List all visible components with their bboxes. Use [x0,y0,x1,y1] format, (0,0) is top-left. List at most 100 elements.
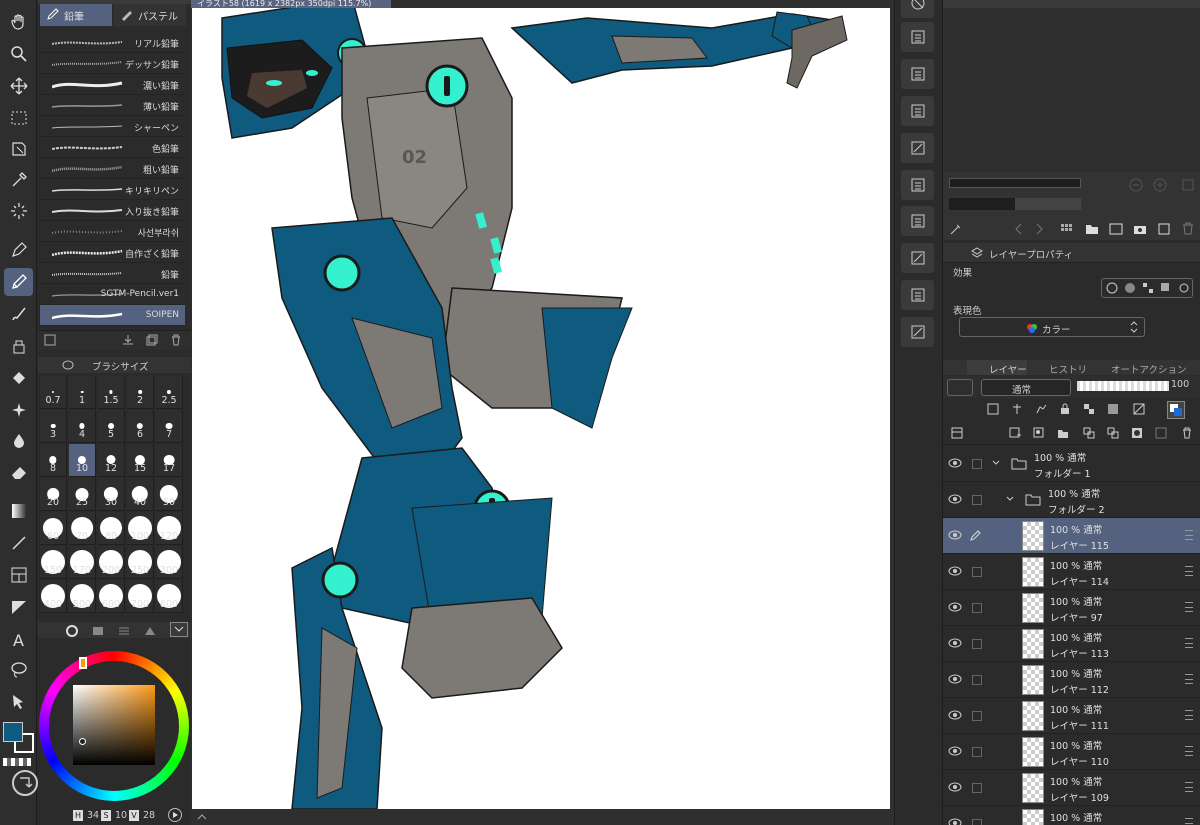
clip-icon[interactable] [987,403,999,418]
brush-item[interactable]: 鉛筆 [40,263,185,284]
brush-size-cell[interactable]: 1.5 [98,376,125,409]
tab-layer[interactable]: レイヤー [967,360,1027,376]
grid-icon[interactable] [1059,222,1073,239]
magic-wand-icon[interactable] [4,197,33,225]
layer-row[interactable]: 100 % 通常 レイヤー 114 [943,554,1200,590]
layer-color-icon[interactable] [1160,282,1172,297]
material-icon-3[interactable] [901,96,934,126]
color-palette-tab-icon[interactable] [92,625,104,640]
extract-line-icon[interactable] [1178,282,1190,297]
duplicate-icon[interactable] [146,334,158,349]
color-wheel-tab-icon[interactable] [66,625,78,640]
draft-layer-icon[interactable] [1035,403,1047,418]
layer-row[interactable]: 100 % 通常 レイヤー 115 [943,518,1200,554]
brush-size-cell[interactable]: 800 [156,580,183,613]
object-icon[interactable] [4,688,33,716]
layer-color-button[interactable] [947,379,973,396]
folder-row-1[interactable]: 100 % 通常 フォルダー 1 [943,446,1200,482]
delete-layer-icon[interactable] [1181,427,1193,442]
hand-icon[interactable] [4,8,33,36]
download-icon[interactable] [122,334,134,349]
eye-icon[interactable] [948,818,962,825]
document-tab[interactable]: イラスト58 (1619 x 2382px 350dpi 115.7%) [191,0,391,8]
image-icon[interactable] [1109,222,1123,239]
fit-icon[interactable] [1181,178,1195,195]
layer-checkbox[interactable] [972,783,982,793]
tab-pencil[interactable]: 鉛筆 [40,4,112,26]
brush-size-cell[interactable]: 1 [69,376,96,409]
brush-size-cell[interactable]: 6 [127,410,154,443]
brush-size-cell[interactable]: 400 [40,580,67,613]
brush-item[interactable]: 薄い鉛筆 [40,95,185,116]
new-vector-layer-icon[interactable] [1033,427,1045,442]
color-picker-cursor[interactable] [79,738,86,745]
material-icon-4[interactable] [901,133,934,163]
copy-icon[interactable] [1157,222,1171,239]
brush-item[interactable]: 自作ざく鉛筆 [40,242,185,263]
menu-icon[interactable] [1185,782,1193,792]
mask-enable-icon[interactable] [1107,403,1119,418]
brush-size-cell[interactable]: 8 [40,444,67,477]
lock-transparent-icon[interactable] [1083,403,1095,418]
layer-checkbox[interactable] [972,495,982,505]
brush-size-cell[interactable]: 25 [69,478,96,511]
color-slider-tab-icon[interactable] [118,625,130,640]
folder-icon[interactable] [1085,222,1099,239]
tab-history[interactable]: ヒストリー [1031,360,1093,390]
new-folder-icon[interactable] [1057,427,1069,442]
blend-icon[interactable] [4,427,33,455]
eye-icon[interactable] [948,530,962,543]
brush-size-cell[interactable]: 70 [69,512,96,545]
ref-layer-icon[interactable] [1011,403,1023,418]
layer-checkbox[interactable] [972,567,982,577]
rotation-slider[interactable] [949,198,1081,210]
material-icon-2[interactable] [901,59,934,89]
eye-icon[interactable] [948,494,962,507]
brush-size-cell[interactable]: 3 [40,410,67,443]
fill-icon[interactable] [4,364,33,392]
move-icon[interactable] [4,72,33,100]
brush-size-cell[interactable]: 5 [98,410,125,443]
airbrush-icon[interactable] [4,332,33,360]
brush-icon[interactable] [4,300,33,328]
layer-row[interactable]: 100 % 通常レイヤー 108 [943,806,1200,825]
pen-icon[interactable] [4,236,33,264]
zoom-icon[interactable] [4,40,33,68]
brush-size-cell[interactable]: 0.7 [40,376,67,409]
border-effect-icon[interactable] [1106,282,1118,297]
chevron-left-icon[interactable] [1013,222,1023,239]
trash-icon[interactable] [170,334,182,349]
chevron-down-icon[interactable] [1005,494,1015,507]
brush-size-cell[interactable]: 300 [156,546,183,579]
tab-pastel[interactable]: パステル [114,4,186,26]
brush-item[interactable]: 濃い鉛筆 [40,74,185,95]
brush-size-cell[interactable]: 200 [98,546,125,579]
eye-icon[interactable] [948,566,962,579]
eyedropper-icon[interactable] [949,222,963,239]
brush-size-cell[interactable]: 12 [98,444,125,477]
eye-icon[interactable] [948,602,962,615]
brush-size-cell[interactable]: 40 [127,478,154,511]
lasso-icon[interactable] [4,656,33,684]
layer-checkbox[interactable] [972,639,982,649]
opacity-slider[interactable] [1077,381,1169,391]
brush-size-cell[interactable]: 60 [40,512,67,545]
merge-down-icon[interactable] [1083,427,1095,442]
brush-size-cell[interactable]: 30 [98,478,125,511]
brush-size-cell[interactable]: 120 [156,512,183,545]
lock-icon[interactable] [1059,403,1071,418]
brush-size-cell[interactable]: 2 [127,376,154,409]
expression-color-select[interactable]: カラー [959,317,1145,337]
brush-size-cell[interactable]: 80 [98,512,125,545]
tone-effect-icon[interactable] [1124,282,1136,297]
trash-icon[interactable] [1181,222,1195,239]
zoom-in-icon[interactable] [1153,178,1167,195]
eye-icon[interactable] [948,782,962,795]
chevron-up-icon[interactable] [197,812,207,823]
layer-checkbox[interactable] [972,747,982,757]
eraser-icon[interactable] [4,458,33,486]
brush-item[interactable]: 入り抜き鉛筆 [40,200,185,221]
layer-checkbox[interactable] [972,459,982,469]
brush-item[interactable]: 사선부라쉬 [40,221,185,242]
mask-icon[interactable] [1131,427,1143,442]
